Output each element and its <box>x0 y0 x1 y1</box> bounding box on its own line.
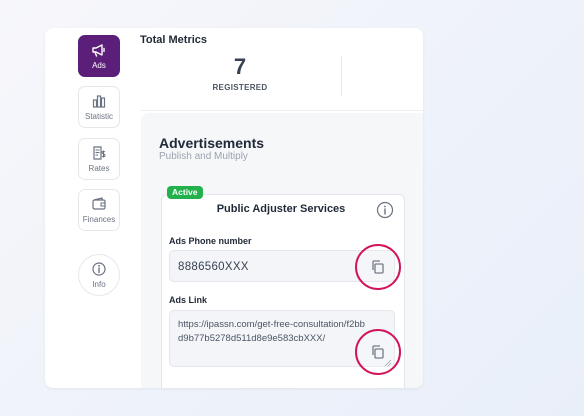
registered-label: REGISTERED <box>212 83 268 92</box>
link-label: Ads Link <box>169 295 208 305</box>
metrics-title: Total Metrics <box>140 34 208 46</box>
ads-title: Advertisements <box>159 135 265 151</box>
highlight-ring-phone <box>355 244 401 290</box>
phone-value: 8886560XXX <box>178 261 249 273</box>
phone-label: Ads Phone number <box>169 236 252 246</box>
sidebar-item-label: Statistic <box>84 112 113 121</box>
registered-count: 7 <box>233 54 247 79</box>
sidebar-item-ads[interactable]: Ads <box>78 35 120 77</box>
bar-chart-icon <box>92 95 106 108</box>
resize-handle-icon[interactable] <box>384 359 392 367</box>
wallet-icon <box>92 197 106 210</box>
sidebar-item-info[interactable]: Info <box>78 254 120 296</box>
info-circle-icon <box>92 262 106 276</box>
link-value: https://ipassn.com/get-free-consultation… <box>178 319 365 344</box>
invoice-dollar-icon <box>93 146 106 160</box>
sidebar-item-finances[interactable]: Finances <box>78 189 120 231</box>
highlight-ring-link <box>355 329 401 375</box>
sidebar-item-statistic[interactable]: Statistic <box>78 86 120 128</box>
info-icon[interactable] <box>376 201 394 219</box>
sidebar-item-label: Ads <box>92 61 106 70</box>
status-badge: Active <box>167 186 203 199</box>
sidebar-item-label: Finances <box>82 215 116 224</box>
megaphone-icon <box>92 44 105 57</box>
sidebar-item-label: Info <box>92 280 106 289</box>
ads-subtitle: Publish and Multiply <box>159 151 248 162</box>
sidebar-item-rates[interactable]: Rates <box>78 138 120 180</box>
metric-divider <box>341 56 342 96</box>
ad-name: Public Adjuster Services <box>216 203 346 215</box>
main-card: Ads Statistic Rates Finances Info Total … <box>45 28 423 388</box>
metrics-divider <box>140 110 423 111</box>
sidebar-item-label: Rates <box>88 164 110 173</box>
